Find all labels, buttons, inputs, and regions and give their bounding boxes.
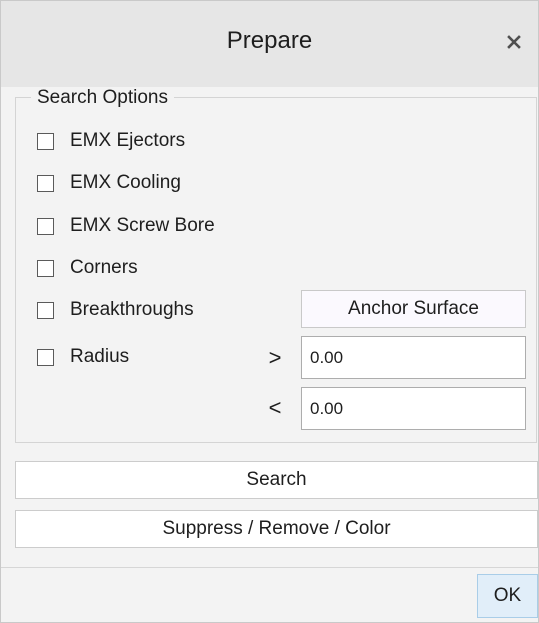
dialog-title: Prepare — [226, 27, 313, 54]
less-than-operator: < — [268, 395, 282, 420]
emx-cooling-checkbox[interactable]: EMX Cooling — [37, 170, 181, 196]
radius-checkbox[interactable]: Radius — [37, 344, 129, 370]
checkbox-label: EMX Ejectors — [70, 130, 186, 151]
search-options-legend: Search Options — [31, 87, 174, 109]
suppress-remove-color-button[interactable]: Suppress / Remove / Color — [15, 510, 538, 548]
checkbox-label: EMX Screw Bore — [70, 215, 215, 236]
footer-divider — [1, 567, 538, 568]
checkbox-box[interactable] — [37, 259, 54, 277]
anchor-surface-button[interactable]: Anchor Surface — [301, 290, 526, 328]
corners-checkbox[interactable]: Corners — [37, 255, 138, 281]
checkbox-box[interactable] — [37, 217, 54, 235]
checkbox-box[interactable] — [37, 348, 54, 366]
checkbox-box[interactable] — [37, 301, 54, 319]
checkbox-label: Radius — [70, 346, 130, 367]
close-icon-glyph — [507, 35, 521, 49]
radius-max-input[interactable] — [301, 387, 526, 430]
radius-min-input[interactable] — [301, 336, 526, 379]
checkbox-label: EMX Cooling — [70, 172, 181, 193]
search-button[interactable]: Search — [15, 461, 538, 499]
title-bar: Prepare — [1, 1, 538, 87]
close-icon[interactable] — [499, 27, 529, 57]
prepare-dialog: Prepare Search Options EMX Ejectors EMX … — [0, 0, 539, 623]
checkbox-box[interactable] — [37, 132, 54, 150]
emx-ejectors-checkbox[interactable]: EMX Ejectors — [37, 128, 185, 154]
breakthroughs-checkbox[interactable]: Breakthroughs — [37, 297, 194, 323]
checkbox-box[interactable] — [37, 174, 54, 192]
ok-button[interactable]: OK — [477, 574, 538, 618]
emx-screw-bore-checkbox[interactable]: EMX Screw Bore — [37, 213, 215, 239]
checkbox-label: Corners — [70, 257, 138, 278]
greater-than-operator: > — [268, 345, 282, 370]
checkbox-label: Breakthroughs — [70, 299, 194, 320]
